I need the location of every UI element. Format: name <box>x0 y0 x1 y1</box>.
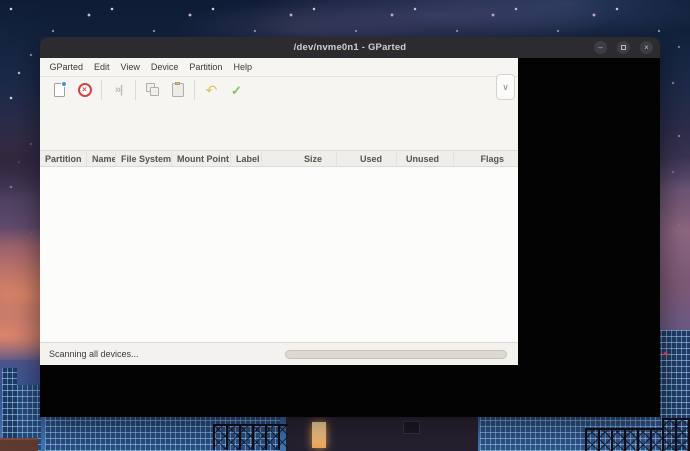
scan-progressbar <box>285 350 507 359</box>
window-body: GParted Edit View Device Partition Help … <box>40 58 660 417</box>
titlebar[interactable]: /dev/nvme0n1 - GParted – × <box>40 37 660 58</box>
column-header-used[interactable]: Used <box>337 151 397 166</box>
resize-move-icon: »| <box>114 84 123 96</box>
partition-list[interactable] <box>40 167 518 342</box>
menubar: GParted Edit View Device Partition Help <box>40 58 518 77</box>
window-controls: – × <box>594 37 653 58</box>
column-header-partition[interactable]: Partition <box>40 151 87 166</box>
device-visual-area <box>40 103 518 150</box>
wallpaper-railing <box>662 418 690 451</box>
statusbar: Scanning all devices... <box>40 342 518 365</box>
menu-gparted[interactable]: GParted <box>44 60 89 74</box>
column-header-filesystem[interactable]: File System <box>116 151 172 166</box>
status-text: Scanning all devices... <box>49 349 139 359</box>
column-header-label[interactable]: Label <box>231 151 262 166</box>
gparted-client-area: GParted Edit View Device Partition Help … <box>40 58 518 365</box>
new-badge-icon <box>61 81 67 87</box>
column-header-mountpoint[interactable]: Mount Point <box>172 151 231 166</box>
chevron-down-icon: ∨ <box>502 81 509 92</box>
column-header-name[interactable]: Name <box>87 151 116 166</box>
wallpaper-railing <box>213 424 288 450</box>
apply-button[interactable]: ✓ <box>224 79 249 101</box>
toolbar-separator <box>135 80 136 100</box>
undo-icon: ↶ <box>205 82 218 98</box>
wallpaper-railing <box>585 428 663 451</box>
column-header-size[interactable]: Size <box>262 151 337 166</box>
wallpaper-dark-window <box>403 421 420 434</box>
wallpaper-antenna-light <box>664 352 667 355</box>
menu-view[interactable]: View <box>115 60 145 74</box>
new-partition-icon <box>54 81 67 97</box>
menu-help[interactable]: Help <box>228 60 258 74</box>
toolbar-separator <box>194 80 195 100</box>
delete-partition-button[interactable]: × <box>72 79 97 101</box>
paste-button[interactable] <box>165 79 190 101</box>
new-partition-button[interactable] <box>47 79 72 101</box>
gparted-window: /dev/nvme0n1 - GParted – × GParted Edit … <box>40 37 660 417</box>
maximize-button[interactable] <box>617 41 630 54</box>
delete-icon: × <box>77 83 92 97</box>
undo-button[interactable]: ↶ <box>199 79 224 101</box>
copy-icon <box>145 83 160 97</box>
close-icon: × <box>644 42 649 52</box>
resize-move-button[interactable]: »| <box>106 79 131 101</box>
maximize-icon <box>621 45 626 50</box>
partition-table-header: Partition Name File System Mount Point L… <box>40 150 518 167</box>
column-header-unused[interactable]: Unused <box>397 151 454 166</box>
minimize-button[interactable]: – <box>594 41 607 54</box>
toolbar: × »| ↶ ✓ <box>40 77 518 103</box>
minimize-icon: – <box>598 42 603 52</box>
wallpaper-awning <box>0 438 38 451</box>
toolbar-separator <box>101 80 102 100</box>
wallpaper-lit-window <box>312 422 326 448</box>
menu-edit[interactable]: Edit <box>89 60 116 74</box>
menu-device[interactable]: Device <box>145 60 184 74</box>
copy-button[interactable] <box>140 79 165 101</box>
device-selector-dropdown[interactable]: ∨ <box>496 74 515 100</box>
window-title: /dev/nvme0n1 - GParted <box>293 42 407 53</box>
menu-partition[interactable]: Partition <box>184 60 228 74</box>
apply-icon: ✓ <box>231 82 242 98</box>
close-button[interactable]: × <box>640 41 653 54</box>
column-header-flags[interactable]: Flags <box>454 151 518 166</box>
paste-icon <box>171 82 184 97</box>
desktop-wallpaper: /dev/nvme0n1 - GParted – × GParted Edit … <box>0 0 690 451</box>
